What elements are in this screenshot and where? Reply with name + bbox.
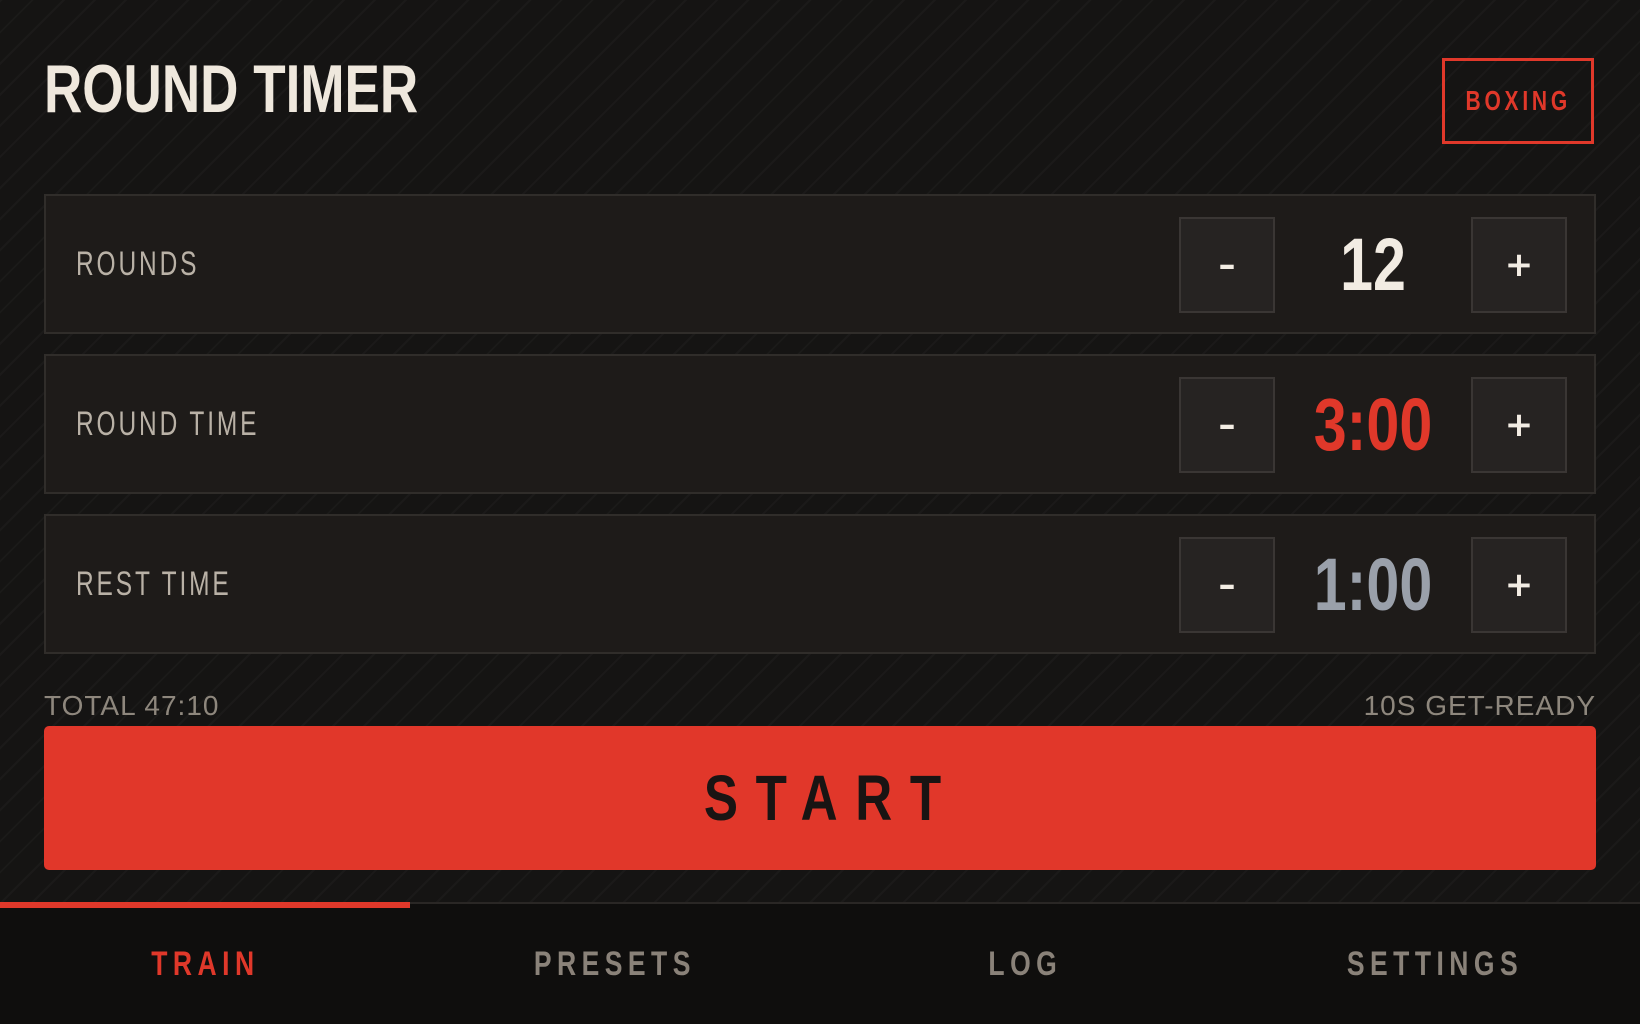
round-time-label: ROUND TIME (76, 404, 260, 443)
rounds-increment-button[interactable]: + (1471, 217, 1567, 313)
tab-log[interactable]: LOG (820, 904, 1230, 1024)
round-time-setting-row: ROUND TIME – 3:00 + (44, 354, 1596, 494)
round-timer-screen: ROUND TIMER BOXING ROUNDS – 12 + ROUND T… (0, 0, 1640, 1024)
rounds-value: 12 (1340, 222, 1406, 306)
mode-badge[interactable]: BOXING (1442, 58, 1594, 144)
get-ready-text: 10S GET-READY (1363, 690, 1596, 721)
tab-settings-label: SETTINGS (1346, 944, 1524, 983)
rest-time-value: 1:00 (1313, 542, 1433, 626)
rounds-setting-row: ROUNDS – 12 + (44, 194, 1596, 334)
round-time-value: 3:00 (1313, 382, 1433, 466)
start-button[interactable]: START (44, 726, 1596, 870)
rest-time-label: REST TIME (76, 564, 232, 603)
mode-badge-label: BOXING (1465, 85, 1571, 116)
rest-time-decrement-button[interactable]: – (1179, 537, 1275, 633)
rest-time-increment-button[interactable]: + (1471, 537, 1567, 633)
tab-presets[interactable]: PRESETS (410, 904, 820, 1024)
round-time-decrement-button[interactable]: – (1179, 377, 1275, 473)
page-title: ROUND TIMER (44, 51, 419, 127)
tab-presets-label: PRESETS (533, 944, 697, 983)
tab-train-label: TRAIN (150, 944, 260, 983)
tab-train[interactable]: TRAIN (0, 904, 410, 1024)
start-button-label: START (703, 762, 959, 834)
tab-settings[interactable]: SETTINGS (1230, 904, 1640, 1024)
tab-log-label: LOG (988, 944, 1062, 983)
rest-time-setting-row: REST TIME – 1:00 + (44, 514, 1596, 654)
round-time-increment-button[interactable]: + (1471, 377, 1567, 473)
total-duration-text: TOTAL 47:10 (44, 690, 220, 721)
rounds-decrement-button[interactable]: – (1179, 217, 1275, 313)
bottom-tab-bar: TRAIN PRESETS LOG SETTINGS (0, 902, 1640, 1024)
rounds-label: ROUNDS (76, 244, 200, 283)
